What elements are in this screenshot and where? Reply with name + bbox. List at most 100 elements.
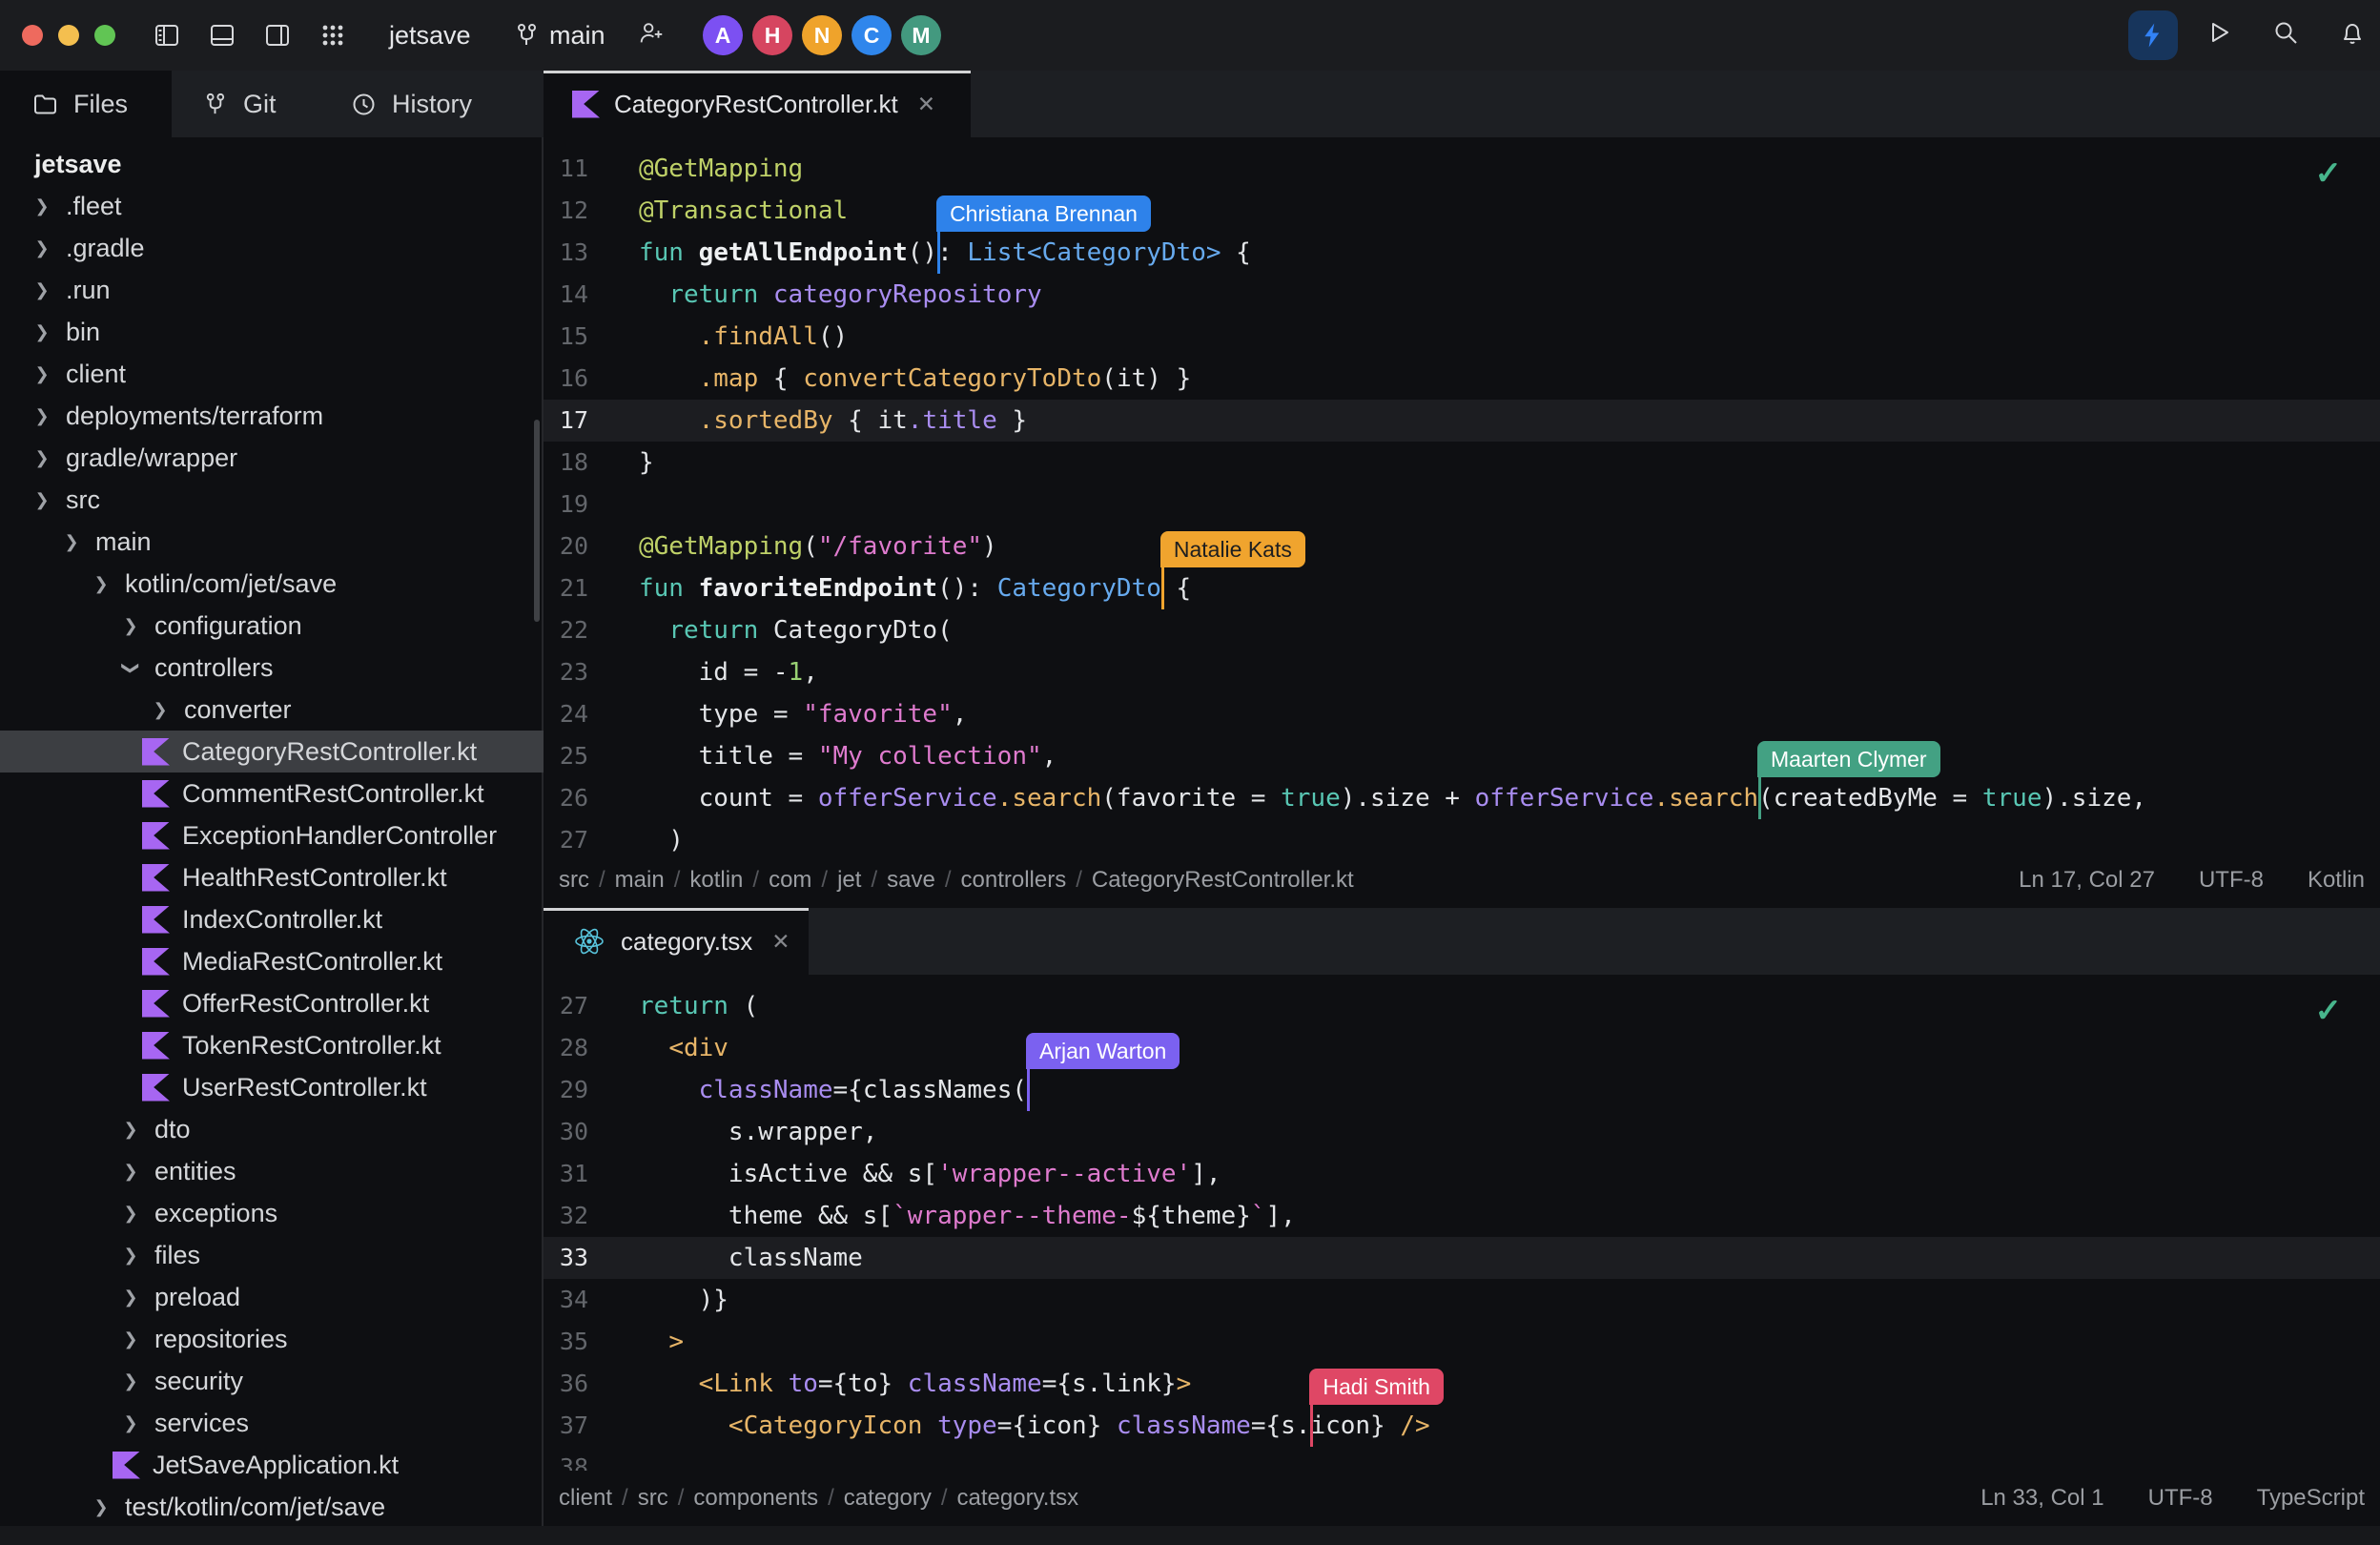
tree-item[interactable]: CategoryRestController.kt (0, 731, 544, 772)
chevron-right-icon[interactable]: ❯ (120, 1162, 141, 1182)
tree-item[interactable]: ❯bin (0, 311, 544, 353)
tree-item[interactable]: ❯repositories (0, 1318, 544, 1360)
invite-collaborator-icon[interactable] (637, 19, 666, 48)
chevron-right-icon[interactable]: ❯ (91, 1497, 112, 1517)
code-line-20[interactable]: 20@GetMapping("/favorite") (544, 525, 2380, 567)
tab-history[interactable]: History (351, 71, 472, 137)
tree-item[interactable]: CommentRestController.kt (0, 772, 544, 814)
tree-item[interactable]: ❯dto (0, 1108, 544, 1150)
code-line-13[interactable]: 13fun getAllEndpoint(): List<CategoryDto… (544, 232, 2380, 274)
tree-item[interactable]: ❯.gradle (0, 227, 544, 269)
code-line-32[interactable]: 32 theme && s[`wrapper--theme-${theme}`]… (544, 1195, 2380, 1237)
breadcrumb-segment[interactable]: main (615, 867, 665, 893)
tree-item[interactable]: ❯converter (0, 689, 544, 731)
tab-files[interactable]: Files (0, 71, 172, 137)
code-line-21[interactable]: 21fun favoriteEndpoint(): CategoryDto { (544, 567, 2380, 609)
toggle-left-panel-icon[interactable] (153, 21, 181, 50)
chevron-right-icon[interactable]: ❯ (120, 1120, 141, 1140)
no-problems-checkmark[interactable]: ✓ (2315, 992, 2343, 1030)
code-line-23[interactable]: 23 id = -1, (544, 651, 2380, 693)
sidebar-scrollbar-thumb[interactable] (534, 420, 540, 622)
tree-item[interactable]: ❯.fleet (0, 185, 544, 227)
no-problems-checkmark[interactable]: ✓ (2315, 154, 2343, 193)
file-encoding[interactable]: UTF-8 (2148, 1485, 2213, 1512)
code-line-22[interactable]: 22 return CategoryDto( (544, 609, 2380, 651)
code-line-30[interactable]: 30 s.wrapper, (544, 1111, 2380, 1153)
breadcrumb-segment[interactable]: src (559, 867, 589, 893)
chevron-right-icon[interactable]: ❯ (91, 574, 112, 594)
breadcrumb-segment[interactable]: controllers (961, 867, 1067, 893)
file-language[interactable]: TypeScript (2257, 1485, 2365, 1512)
code-line-36[interactable]: 36 <Link to={to} className={s.link}> (544, 1363, 2380, 1405)
toggle-bottom-panel-icon[interactable] (208, 21, 236, 50)
code-line-25[interactable]: 25 title = "My collection", (544, 735, 2380, 777)
chevron-right-icon[interactable]: ❯ (31, 238, 52, 258)
code-line-34[interactable]: 34 )} (544, 1279, 2380, 1321)
tree-item[interactable]: HealthRestController.kt (0, 856, 544, 898)
breadcrumb-segment[interactable]: src (638, 1485, 668, 1511)
breadcrumb-segment[interactable]: kotlin (689, 867, 743, 893)
chevron-right-icon[interactable]: ❯ (120, 1329, 141, 1349)
code-line-24[interactable]: 24 type = "favorite", (544, 693, 2380, 735)
code-line-35[interactable]: 35 > (544, 1321, 2380, 1363)
breadcrumb-segment[interactable]: category (844, 1485, 932, 1511)
code-line-37[interactable]: 37 <CategoryIcon type={icon} className={… (544, 1405, 2380, 1447)
tree-item[interactable]: ❯src (0, 479, 544, 521)
code-line-19[interactable]: 19 (544, 484, 2380, 525)
code-line-17[interactable]: 17 .sortedBy { it.title } (544, 400, 2380, 442)
notifications-bell-icon[interactable] (2338, 18, 2367, 47)
code-line-14[interactable]: 14 return categoryRepository (544, 274, 2380, 316)
chevron-right-icon[interactable]: ❯ (120, 1288, 141, 1308)
tree-item[interactable]: ❯main (0, 521, 544, 563)
project-name[interactable]: jetsave (389, 0, 471, 71)
tree-item[interactable]: ❯entities (0, 1150, 544, 1192)
tree-item[interactable]: ❯client (0, 353, 544, 395)
caret-position[interactable]: Ln 17, Col 27 (2019, 867, 2155, 894)
close-icon[interactable]: ✕ (917, 92, 935, 117)
code-line-31[interactable]: 31 isActive && s['wrapper--active'], (544, 1153, 2380, 1195)
code-line-27[interactable]: 27return ( (544, 985, 2380, 1027)
chevron-right-icon[interactable]: ❯ (31, 196, 52, 216)
tree-item[interactable]: TokenRestController.kt (0, 1024, 544, 1066)
chevron-right-icon[interactable]: ❯ (61, 532, 82, 552)
tab-categoryrestcontroller-kt[interactable]: CategoryRestController.kt ✕ (544, 71, 971, 137)
tree-item[interactable]: ExceptionHandlerController (0, 814, 544, 856)
chevron-right-icon[interactable]: ❯ (120, 616, 141, 636)
avatar-n[interactable]: N (802, 15, 842, 55)
tree-item[interactable]: ❯gradle/wrapper (0, 437, 544, 479)
breadcrumb-segment[interactable]: category.tsx (957, 1485, 1079, 1511)
code-line-11[interactable]: 11@GetMapping (544, 148, 2380, 190)
tree-item[interactable]: OfferRestController.kt (0, 982, 544, 1024)
tree-item[interactable]: UserRestController.kt (0, 1066, 544, 1108)
tree-item[interactable]: ❯deployments/terraform (0, 395, 544, 437)
avatar-h[interactable]: H (752, 15, 792, 55)
code-line-16[interactable]: 16 .map { convertCategoryToDto(it) } (544, 358, 2380, 400)
tree-item[interactable]: ❯test/kotlin/com/jet/save (0, 1486, 544, 1528)
tree-item[interactable]: JetSaveApplication.kt (0, 1444, 544, 1486)
avatar-m[interactable]: M (901, 15, 941, 55)
tree-item[interactable]: ❯files (0, 1234, 544, 1276)
avatar-a[interactable]: A (703, 15, 743, 55)
code-line-28[interactable]: 28 <div (544, 1027, 2380, 1069)
tab-git[interactable]: Git (202, 71, 277, 137)
branch-selector[interactable]: main (513, 0, 605, 71)
chevron-right-icon[interactable]: ❯ (31, 406, 52, 426)
tree-item[interactable]: ❯configuration (0, 605, 544, 647)
smart-mode-button[interactable] (2128, 10, 2178, 60)
tree-item[interactable]: ❯kotlin/com/jet/save (0, 563, 544, 605)
code-line-18[interactable]: 18} (544, 442, 2380, 484)
tree-root-jetsave[interactable]: jetsave (0, 143, 544, 185)
code-line-26[interactable]: 26 count = offerService.search(favorite … (544, 777, 2380, 819)
search-icon[interactable] (2271, 18, 2300, 47)
chevron-right-icon[interactable]: ❯ (150, 700, 171, 720)
minimize-window-button[interactable] (58, 25, 79, 46)
chevron-down-icon[interactable]: ❯ (121, 657, 141, 678)
breadcrumb-segment[interactable]: CategoryRestController.kt (1092, 867, 1354, 893)
file-language[interactable]: Kotlin (2308, 867, 2365, 894)
chevron-right-icon[interactable]: ❯ (120, 1371, 141, 1391)
code-line-33[interactable]: 33 className (544, 1237, 2380, 1279)
breadcrumb-segment[interactable]: components (693, 1485, 818, 1511)
tree-item[interactable]: ❯services (0, 1402, 544, 1444)
breadcrumb-segment[interactable]: save (887, 867, 935, 893)
tree-item[interactable]: ❯preload (0, 1276, 544, 1318)
